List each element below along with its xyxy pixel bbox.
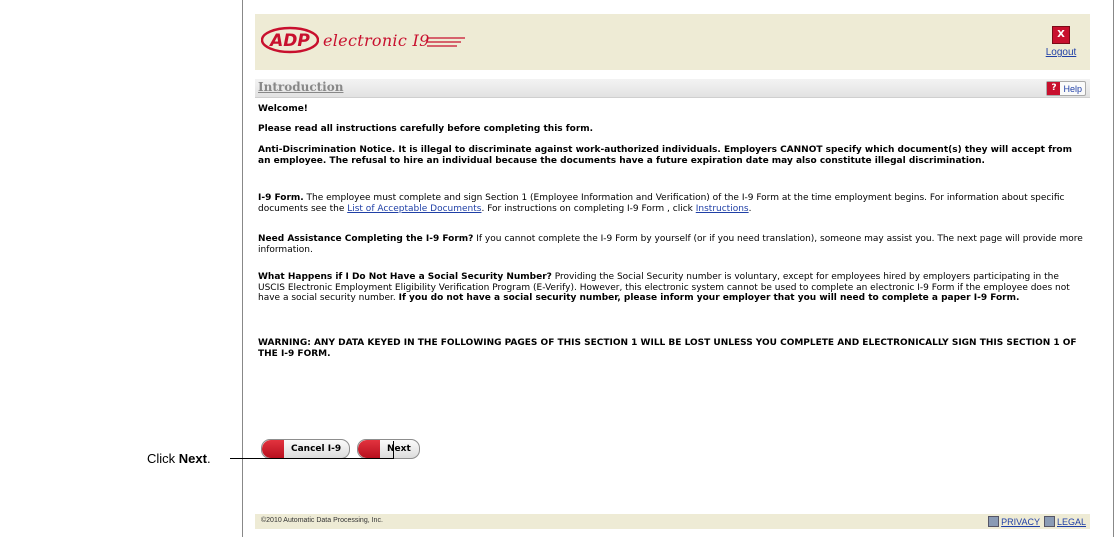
svg-text:ADP: ADP (268, 31, 310, 51)
copyright-text: ©2010 Automatic Data Processing, Inc. (261, 517, 383, 524)
close-icon[interactable]: X (1052, 26, 1070, 44)
header-bar: ADP electronic I9 X Logout (255, 14, 1090, 70)
i9-form-text-2: . For instructions on completing I-9 For… (481, 203, 696, 214)
section-header: Introduction ? Help (255, 79, 1090, 98)
welcome-heading: Welcome! (258, 104, 308, 114)
legal-icon (1043, 516, 1055, 527)
i9-form-heading: I-9 Form. (258, 193, 304, 203)
assistance-paragraph: Need Assistance Completing the I-9 Form?… (258, 234, 1086, 255)
adp-logo: ADP (261, 26, 319, 54)
ssn-bold-text: If you do not have a social security num… (398, 293, 1020, 303)
section-title: Introduction (258, 80, 344, 94)
privacy-link[interactable]: PRIVACY (1001, 517, 1040, 527)
callout-emphasis: Next (178, 451, 207, 466)
callout-line (230, 458, 394, 459)
i9-form-text-3: . (748, 203, 752, 214)
help-button[interactable]: ? Help (1046, 81, 1086, 96)
brand-title: electronic I9 (323, 31, 430, 50)
ssn-heading: What Happens if I Do Not Have a Social S… (258, 272, 552, 282)
read-instructions-text: Please read all instructions carefully b… (258, 124, 594, 134)
anti-discrimination-notice: Anti-Discrimination Notice. It is illega… (258, 145, 1072, 166)
callout-suffix: . (206, 451, 211, 466)
i9-form-paragraph: I-9 Form. The employee must complete and… (258, 193, 1086, 214)
callout-prefix: Click (147, 451, 179, 466)
next-button-cap (358, 440, 380, 458)
callout-pointer (393, 441, 394, 459)
next-button[interactable]: Next (357, 439, 420, 459)
acceptable-documents-link[interactable]: List of Acceptable Documents (347, 204, 481, 214)
help-label[interactable]: Help (1063, 84, 1082, 94)
app-frame: ADP electronic I9 X Logout Introduction … (242, 0, 1114, 537)
privacy-icon (988, 516, 1000, 527)
help-icon[interactable]: ? (1047, 82, 1061, 95)
brand-lines-icon (427, 37, 465, 47)
warning-text: WARNING: ANY DATA KEYED IN THE FOLLOWING… (258, 338, 1077, 359)
logout-button[interactable]: X Logout (1040, 22, 1082, 64)
assistance-heading: Need Assistance Completing the I-9 Form? (258, 234, 474, 244)
callout-instruction: Click Next. (147, 451, 211, 466)
cancel-button-label[interactable]: Cancel I-9 (284, 444, 349, 454)
next-button-label[interactable]: Next (380, 444, 419, 454)
footer-links: PRIVACY LEGAL (984, 516, 1086, 527)
logout-link[interactable]: Logout (1040, 47, 1082, 58)
legal-link[interactable]: LEGAL (1057, 517, 1086, 527)
cancel-i9-button[interactable]: Cancel I-9 (261, 439, 351, 459)
cancel-button-cap (262, 440, 284, 458)
footer-bar: ©2010 Automatic Data Processing, Inc. PR… (255, 514, 1090, 529)
instructions-link[interactable]: Instructions (696, 204, 749, 214)
ssn-paragraph: What Happens if I Do Not Have a Social S… (258, 272, 1086, 304)
